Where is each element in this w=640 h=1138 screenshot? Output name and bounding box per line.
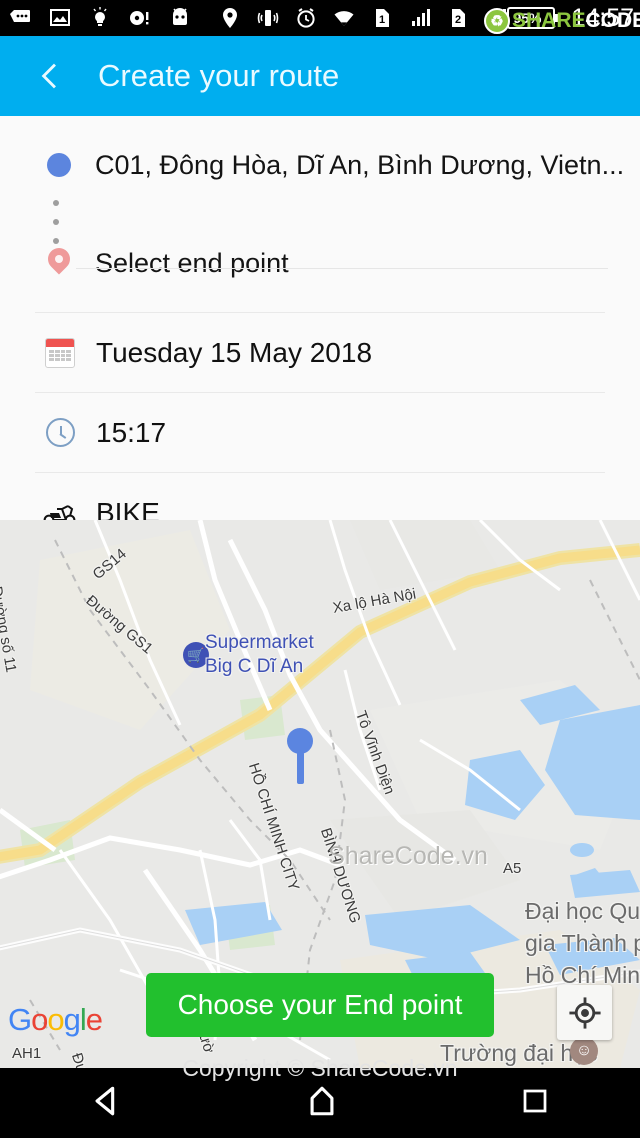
sim1-icon: 1	[376, 9, 389, 27]
nav-home-button[interactable]	[305, 1084, 339, 1123]
status-bar: 1 2 95% 14:57 ♻ SHARECODE	[0, 0, 640, 36]
svg-text:2: 2	[455, 14, 461, 26]
status-bar-clock: 14:57	[571, 3, 634, 32]
route-inner-divider	[76, 268, 608, 269]
nav-back-icon	[95, 1086, 115, 1115]
calendar-icon	[38, 337, 82, 368]
date-value: Tuesday 15 May 2018	[96, 336, 373, 368]
poi-name-label: Supermarket	[205, 632, 314, 653]
vibrate-icon	[257, 10, 279, 26]
status-bar-right: 95% 14:57	[507, 0, 634, 36]
lightbulb-icon	[93, 7, 107, 26]
my-location-icon	[568, 996, 601, 1029]
signal1-icon	[412, 9, 430, 26]
status-bar-center-icons: 1 2	[218, 0, 508, 36]
choose-end-point-button[interactable]: Choose your End point	[146, 973, 494, 1037]
svg-text:1: 1	[379, 14, 385, 26]
copyright-overlay: Copyright © ShareCode.vn	[182, 1055, 458, 1081]
messages-icon	[10, 10, 30, 22]
start-point-value: C01, Đông Hòa, Dĩ An, Bình Dương, Vietn.…	[95, 149, 625, 180]
clock-icon	[38, 418, 82, 447]
time-value: 15:17	[96, 416, 167, 448]
end-point-row[interactable]: Select end point	[0, 232, 640, 294]
destination-pin-icon	[35, 243, 83, 278]
image-icon	[50, 9, 70, 26]
date-row[interactable]: Tuesday 15 May 2018	[0, 313, 640, 392]
map-label: Đại học Quố	[525, 898, 640, 924]
location-icon	[223, 8, 237, 28]
my-location-button[interactable]	[557, 985, 612, 1040]
sim2-icon: 2	[452, 9, 465, 27]
map-label: gia Thành ph	[525, 930, 640, 956]
back-button[interactable]	[22, 48, 78, 104]
battery-percent-label: 95%	[513, 10, 542, 26]
route-points-block: C01, Đông Hòa, Dĩ An, Bình Dương, Vietn.…	[0, 116, 640, 294]
sharecode-watermark-map: ShareCode.vn	[328, 842, 488, 870]
route-form-panel: C01, Đông Hòa, Dĩ An, Bình Dương, Vietn.…	[0, 116, 640, 528]
battery-charging-icon: 95%	[507, 4, 561, 32]
origin-dot-icon	[35, 153, 83, 177]
page-title: Create your route	[98, 58, 340, 93]
phone-screen: 1 2 95% 14:57 ♻ SHARECODE Create your ro…	[0, 0, 640, 1138]
time-row[interactable]: 15:17	[0, 393, 640, 472]
nav-recents-icon	[523, 1089, 547, 1112]
map-label: A5	[503, 860, 522, 877]
signal2-icon	[488, 9, 506, 26]
nav-home-icon	[310, 1086, 334, 1115]
nav-back-button[interactable]	[90, 1084, 124, 1123]
status-bar-left-icons	[0, 6, 192, 30]
disc-alert-icon	[130, 11, 149, 25]
google-attribution-logo: Google	[8, 1002, 103, 1037]
wifi-icon	[334, 11, 354, 26]
android-head-icon	[173, 8, 187, 25]
alarm-icon	[297, 8, 315, 28]
chevron-left-icon	[41, 63, 56, 89]
app-bar: Create your route	[0, 36, 640, 116]
poi-subname-label: Big C Dĩ An	[205, 656, 304, 677]
end-point-value: Select end point	[95, 247, 289, 278]
cart-glyph: 🛒	[187, 646, 205, 663]
current-location-marker[interactable]	[287, 728, 313, 784]
nav-recents-button[interactable]	[520, 1086, 550, 1121]
start-point-row[interactable]: C01, Đông Hòa, Dĩ An, Bình Dương, Vietn.…	[0, 134, 640, 196]
